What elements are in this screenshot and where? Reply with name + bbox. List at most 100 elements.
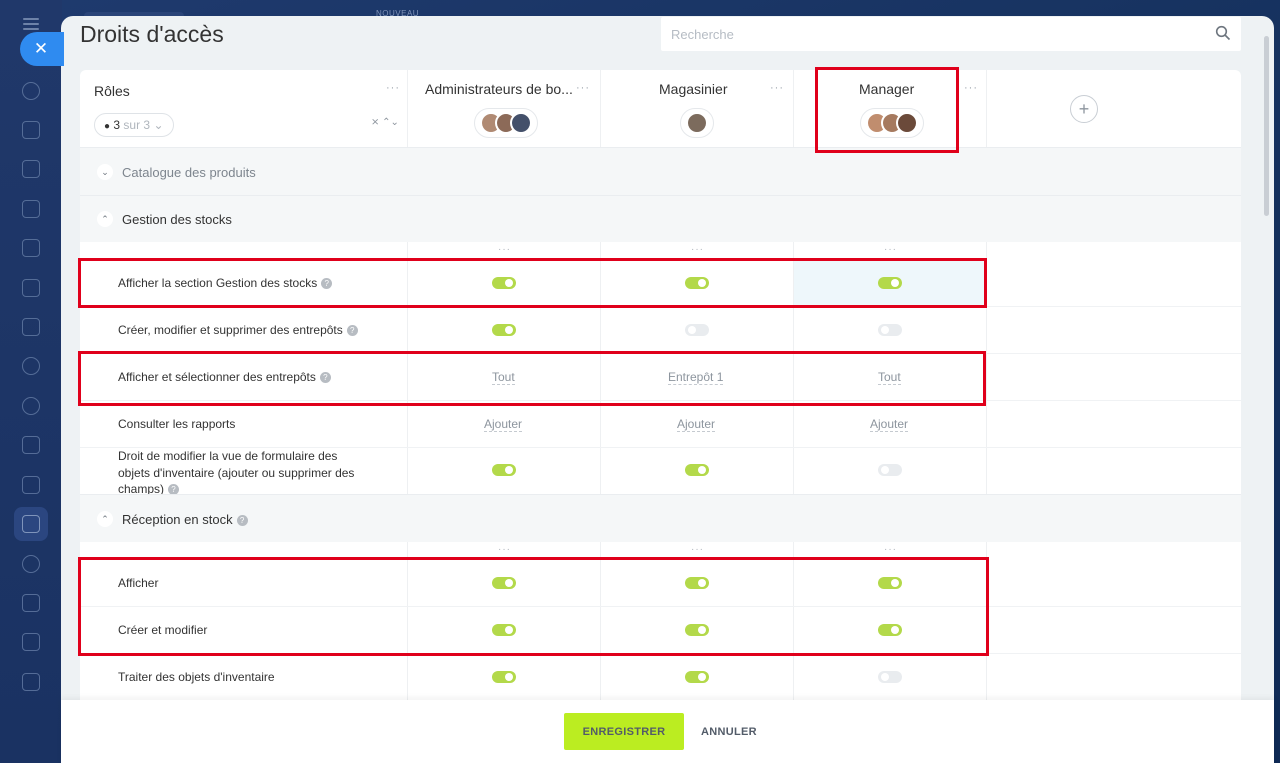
permission-select[interactable]: Ajouter	[677, 417, 716, 432]
role-column-storekeeper: Magasinier ···	[600, 70, 793, 147]
permission-select[interactable]: Ajouter	[484, 417, 523, 432]
help-icon[interactable]: ?	[346, 325, 358, 336]
table-row: Traiter des objets d'inventaire	[80, 654, 1241, 700]
close-slider-button[interactable]: ✕	[20, 32, 64, 66]
permission-label: Traiter des objets d'inventaire	[118, 670, 275, 684]
permission-toggle[interactable]	[492, 324, 516, 336]
page-title: Droits d'accès	[80, 21, 224, 47]
cancel-button[interactable]: ANNULER	[693, 713, 765, 750]
group-row-stock[interactable]: ⌃ Gestion des stocks	[80, 195, 1241, 242]
permission-toggle[interactable]	[685, 671, 709, 683]
avatar	[686, 112, 708, 134]
add-role-button[interactable]: +	[1070, 95, 1098, 123]
roles-visibility-counter[interactable]: ● 3 sur 3 ⌄	[94, 113, 174, 137]
column-menu-button[interactable]: ···	[498, 544, 511, 555]
crm-icon[interactable]	[22, 397, 40, 415]
permission-toggle[interactable]	[878, 277, 902, 289]
avatar	[510, 112, 532, 134]
column-menu-button[interactable]: ···	[498, 244, 511, 255]
permission-label: Afficher	[118, 576, 159, 590]
permission-toggle[interactable]	[492, 277, 516, 289]
scrollbar[interactable]	[1264, 36, 1269, 216]
group-title-stock: Gestion des stocks	[122, 212, 232, 227]
roles-total-count: sur 3	[123, 118, 151, 132]
save-button[interactable]: ENREGISTRER	[564, 713, 684, 750]
role-storekeeper-menu-button[interactable]: ···	[770, 83, 784, 94]
role-manager-menu-button[interactable]: ···	[964, 83, 978, 94]
mail-icon[interactable]	[22, 318, 40, 336]
group-row-catalog[interactable]: ⌄ Catalogue des produits	[80, 147, 1241, 195]
permissions-table: Rôles ··· ● 3 sur 3 ⌄ ⨯ ⌃⌄ Administrateu…	[80, 70, 1241, 700]
role-name-manager[interactable]: Manager	[859, 81, 914, 97]
chat-icon[interactable]	[22, 121, 40, 139]
table-row: Afficher	[80, 560, 1241, 607]
permission-select[interactable]: Tout	[492, 370, 515, 385]
eye-icon: ●	[104, 121, 111, 132]
group-row-reception[interactable]: ⌃ Réception en stock?	[80, 494, 1241, 542]
chevron-down-icon: ⌄	[153, 118, 164, 132]
box-icon[interactable]	[22, 555, 40, 573]
permission-toggle[interactable]	[878, 464, 902, 476]
avatar	[896, 112, 918, 134]
permission-label: Afficher et sélectionner des entrepôts?	[118, 369, 331, 386]
roles-header-cell: Rôles ··· ● 3 sur 3 ⌄ ⨯ ⌃⌄	[80, 70, 407, 147]
chevron-up-icon[interactable]: ⌃	[97, 511, 113, 527]
permission-toggle[interactable]	[878, 624, 902, 636]
role-name-storekeeper[interactable]: Magasinier	[659, 81, 727, 97]
permission-toggle[interactable]	[492, 671, 516, 683]
sites-icon[interactable]	[22, 436, 40, 454]
permission-select[interactable]: Entrepôt 1	[668, 370, 724, 385]
menu-icon[interactable]	[23, 18, 39, 30]
drive-icon[interactable]	[22, 279, 40, 297]
table-row: Créer et modifier	[80, 607, 1241, 654]
role-admins-avatars[interactable]	[474, 108, 538, 138]
column-menu-button[interactable]: ···	[884, 244, 897, 255]
tasks-icon[interactable]	[22, 160, 40, 178]
role-storekeeper-avatars[interactable]	[680, 108, 714, 138]
documents-icon[interactable]	[22, 239, 40, 257]
permission-toggle[interactable]	[685, 324, 709, 336]
column-menu-row: ··· ··· ···	[80, 542, 1241, 560]
help-icon[interactable]: ?	[319, 372, 331, 383]
permission-toggle[interactable]	[492, 577, 516, 589]
search-icon[interactable]	[1215, 25, 1231, 41]
column-menu-button[interactable]: ···	[691, 244, 704, 255]
permission-toggle[interactable]	[685, 577, 709, 589]
chevron-up-icon[interactable]: ⌃	[97, 211, 113, 227]
role-column-admins: Administrateurs de bo... ···	[407, 70, 600, 147]
cart-icon[interactable]	[22, 594, 40, 612]
permission-select[interactable]: Tout	[878, 370, 901, 385]
roles-menu-button[interactable]: ···	[386, 83, 400, 94]
table-header: Rôles ··· ● 3 sur 3 ⌄ ⨯ ⌃⌄ Administrateu…	[80, 70, 1241, 147]
checklist-icon[interactable]	[22, 476, 40, 494]
permission-toggle[interactable]	[878, 671, 902, 683]
permission-toggle[interactable]	[878, 324, 902, 336]
role-manager-avatars[interactable]	[860, 108, 924, 138]
permission-toggle[interactable]	[878, 577, 902, 589]
roles-title: Rôles	[94, 83, 130, 99]
permission-toggle[interactable]	[685, 277, 709, 289]
apps-icon[interactable]	[22, 673, 40, 691]
group-title-reception: Réception en stock?	[122, 512, 248, 527]
permission-label: Créer et modifier	[118, 623, 208, 637]
chevron-down-icon[interactable]: ⌄	[97, 164, 113, 180]
store-icon[interactable]	[22, 633, 40, 651]
activity-icon[interactable]	[22, 82, 40, 100]
footer-bar: ENREGISTRER ANNULER	[61, 700, 1274, 763]
role-admins-menu-button[interactable]: ···	[576, 83, 590, 94]
permission-toggle[interactable]	[492, 464, 516, 476]
permission-toggle[interactable]	[685, 464, 709, 476]
permission-toggle[interactable]	[685, 624, 709, 636]
search-input[interactable]	[661, 17, 1181, 51]
help-icon[interactable]: ?	[236, 515, 248, 526]
permission-toggle[interactable]	[492, 624, 516, 636]
column-menu-button[interactable]: ···	[691, 544, 704, 555]
help-icon[interactable]: ?	[321, 278, 333, 289]
collapse-expand-icon[interactable]: ⨯ ⌃⌄	[371, 117, 399, 128]
contacts-icon[interactable]	[22, 357, 40, 375]
permission-select[interactable]: Ajouter	[870, 417, 909, 432]
column-menu-button[interactable]: ···	[884, 544, 897, 555]
inventory-icon[interactable]	[22, 515, 40, 533]
calendar-icon[interactable]	[22, 200, 40, 218]
role-name-admins[interactable]: Administrateurs de bo...	[425, 81, 573, 97]
